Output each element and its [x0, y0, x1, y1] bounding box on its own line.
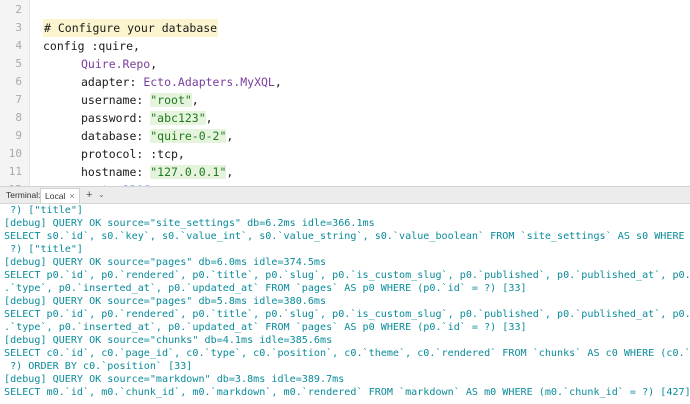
terminal-line: SELECT p0.`id`, p0.`rendered`, p0.`title…	[4, 309, 690, 320]
terminal-line: ?) ["title"]	[4, 244, 84, 255]
code-token-plain: ,	[205, 111, 213, 125]
tab-local-label: Local	[45, 191, 66, 201]
code-token-plain: adapter:	[81, 75, 144, 89]
code-token-string: "abc123"	[150, 111, 206, 125]
new-tab-button[interactable]: +	[86, 189, 92, 201]
code-token-plain: # Configure your database	[44, 21, 218, 35]
code-token-plain: protocol: :tcp,	[81, 147, 185, 161]
line-number: 6	[15, 75, 22, 88]
terminal-tool-window-header: Terminal: Local × + ⌄	[0, 186, 690, 204]
chevron-down-icon[interactable]: ⌄	[98, 190, 105, 199]
code-line: 9 database: "quire-0-2",	[0, 127, 690, 145]
terminal-line: [debug] QUERY OK source="chunks" db=4.1m…	[4, 335, 333, 346]
code-token-plain: ,	[226, 165, 234, 179]
line-number: 7	[15, 93, 22, 106]
code-token-string: "root"	[150, 93, 192, 107]
code-text: protocol: :tcp,	[81, 145, 185, 163]
terminal-output[interactable]: ?) ["title"] [debug] QUERY OK source="sit…	[0, 204, 690, 404]
code-token-string: "127.0.0.1"	[150, 165, 227, 179]
terminal-line: .`type`, p0.`inserted_at`, p0.`updated_a…	[4, 322, 527, 333]
code-line: 7 username: "root",	[0, 91, 690, 109]
close-icon[interactable]: ×	[69, 189, 74, 203]
line-number: 3	[15, 21, 22, 34]
terminal-line: [debug] QUERY OK source="pages" db=5.8ms…	[4, 296, 327, 307]
code-line: 10 protocol: :tcp,	[0, 145, 690, 163]
terminal-line: [debug] QUERY OK source="markdown" db=3.…	[4, 374, 345, 385]
terminal-line: ?) ["title"]	[4, 205, 84, 216]
code-line: 4 config :quire,	[0, 37, 690, 55]
code-token-plain: config :quire,	[43, 39, 140, 53]
code-line: 5 Quire.Repo,	[0, 55, 690, 73]
code-line: 11 hostname: "127.0.0.1",	[0, 163, 690, 181]
terminal-line: SELECT s0.`id`, s0.`key`, s0.`value_int`…	[4, 231, 690, 242]
code-token-plain: username:	[81, 93, 151, 107]
code-line: 6 adapter: Ecto.Adapters.MyXQL,	[0, 73, 690, 91]
code-token-module: Ecto.Adapters.MyXQL	[143, 75, 275, 89]
terminal-line: .`type`, p0.`inserted_at`, p0.`updated_a…	[4, 283, 527, 294]
code-token-module: Quire.Repo	[81, 57, 151, 71]
code-line: 2	[0, 1, 690, 19]
code-text: Quire.Repo,	[81, 55, 157, 73]
code-token-plain: password:	[81, 111, 151, 125]
code-text: database: "quire-0-2",	[81, 127, 233, 145]
code-token-string: "quire-0-2"	[150, 129, 227, 143]
code-text: password: "abc123",	[81, 109, 213, 127]
terminal-line: SELECT m0.`id`, m0.`chunk_id`, m0.`markd…	[4, 387, 690, 398]
code-token-plain: ,	[191, 93, 199, 107]
code-text: config :quire,	[43, 37, 140, 55]
terminal-line: [debug] QUERY OK source="site_settings" …	[4, 218, 375, 229]
code-text: username: "root",	[81, 91, 199, 109]
code-text: hostname: "127.0.0.1",	[81, 163, 233, 181]
code-token-plain: ,	[226, 129, 234, 143]
code-token-plain: database:	[81, 129, 151, 143]
line-number: 2	[15, 3, 22, 16]
code-text: adapter: Ecto.Adapters.MyXQL,	[81, 73, 282, 91]
tab-local[interactable]: Local ×	[40, 188, 80, 203]
code-token-plain: ,	[274, 75, 282, 89]
code-token-plain: ,	[150, 57, 158, 71]
line-number: 9	[15, 129, 22, 142]
line-number: 11	[8, 165, 22, 178]
terminal-line: SELECT c0.`id`, c0.`page_id`, c0.`type`,…	[4, 348, 690, 359]
terminal-line: ?) ORDER BY c0.`position` [33]	[4, 361, 193, 372]
line-number: 4	[15, 39, 22, 52]
terminal-title: Terminal:	[6, 190, 41, 200]
terminal-line: [debug] QUERY OK source="pages" db=6.0ms…	[4, 257, 327, 268]
line-number: 5	[15, 57, 22, 70]
line-number: 8	[15, 111, 22, 124]
code-editor[interactable]: 2 3 # Configure your database 4 config :quir…	[0, 0, 690, 186]
code-token-plain: hostname:	[81, 165, 151, 179]
code-line: 8 password: "abc123",	[0, 109, 690, 127]
line-number: 10	[8, 147, 22, 160]
terminal-line: SELECT p0.`id`, p0.`rendered`, p0.`title…	[4, 270, 690, 281]
code-line: 3 # Configure your database	[0, 19, 690, 37]
code-comment: # Configure your database	[43, 19, 219, 37]
